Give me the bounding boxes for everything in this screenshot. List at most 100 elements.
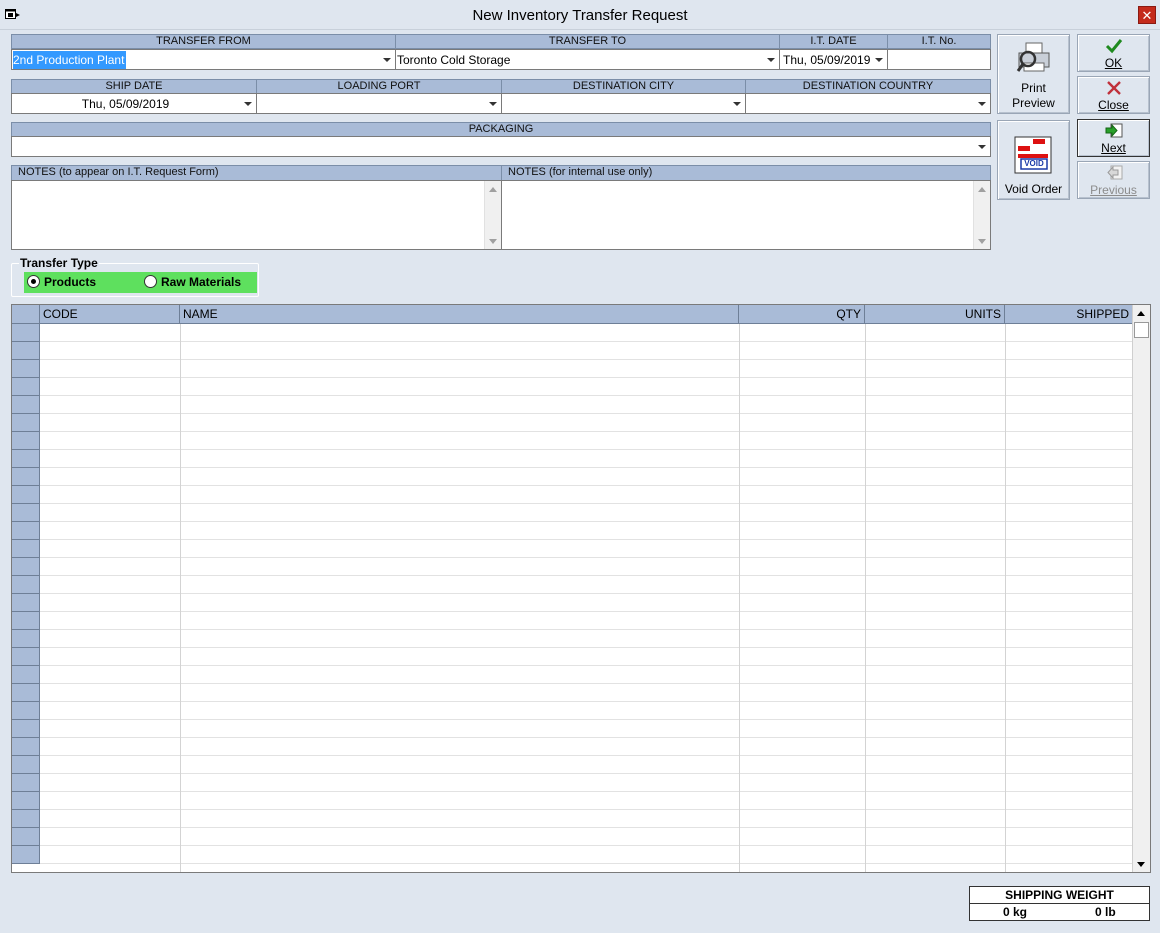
scroll-up-icon[interactable] — [485, 181, 501, 197]
row-indicator[interactable] — [12, 342, 40, 360]
notes-external-scrollbar[interactable] — [484, 181, 501, 249]
scroll-up-icon[interactable] — [1133, 305, 1149, 321]
row-indicator[interactable] — [12, 594, 40, 612]
notes-external-textarea[interactable] — [11, 180, 502, 250]
row-indicator[interactable] — [12, 774, 40, 792]
items-grid[interactable]: CODE NAME QTY UNITS SHIPPED — [11, 304, 1151, 873]
row-indicator[interactable] — [12, 540, 40, 558]
scroll-thumb[interactable] — [1134, 322, 1149, 338]
row-indicator[interactable] — [12, 792, 40, 810]
previous-label: Previous — [1090, 183, 1137, 197]
radio-raw-materials-label[interactable]: Raw Materials — [161, 275, 241, 289]
row-indicator[interactable] — [12, 810, 40, 828]
grid-corner — [12, 305, 40, 323]
row-indicator[interactable] — [12, 576, 40, 594]
close-window-icon[interactable]: ✕ — [1138, 6, 1156, 24]
print-preview-button[interactable]: Print Preview — [997, 34, 1070, 114]
ship-date-label: SHIP DATE — [11, 79, 257, 94]
col-code-header[interactable]: CODE — [40, 305, 180, 323]
ship-date-picker[interactable]: Thu, 05/09/2019 — [11, 93, 257, 114]
notes-external-label: NOTES (to appear on I.T. Request Form) — [11, 165, 502, 181]
row-indicator[interactable] — [12, 468, 40, 486]
radio-raw-materials[interactable] — [144, 275, 157, 288]
row-indicator[interactable] — [12, 738, 40, 756]
col-shipped-header[interactable]: SHIPPED — [1005, 305, 1132, 323]
col-divider — [865, 324, 866, 872]
row-indicator[interactable] — [12, 684, 40, 702]
loading-port-dropdown[interactable] — [256, 93, 502, 114]
it-no-input[interactable] — [887, 49, 991, 70]
row-indicator[interactable] — [12, 666, 40, 684]
row-indicator[interactable] — [12, 630, 40, 648]
it-date-value: Thu, 05/09/2019 — [783, 53, 871, 67]
transfer-to-label: TRANSFER TO — [395, 34, 780, 49]
chevron-down-icon[interactable] — [485, 94, 501, 113]
ship-date-value: Thu, 05/09/2019 — [81, 97, 170, 111]
chevron-down-icon[interactable] — [240, 94, 256, 113]
scroll-down-icon[interactable] — [485, 233, 501, 249]
next-button[interactable]: Next — [1077, 119, 1150, 157]
row-indicator[interactable] — [12, 486, 40, 504]
row-indicator[interactable] — [12, 846, 40, 864]
chevron-down-icon[interactable] — [379, 50, 395, 69]
destination-country-label: DESTINATION COUNTRY — [745, 79, 991, 94]
row-indicator[interactable] — [12, 648, 40, 666]
x-icon — [1107, 81, 1121, 95]
close-button[interactable]: Close — [1077, 76, 1150, 114]
col-name-header[interactable]: NAME — [180, 305, 739, 323]
row-indicator[interactable] — [12, 360, 40, 378]
shipping-weight-title: SHIPPING WEIGHT — [970, 887, 1149, 904]
scroll-down-icon[interactable] — [1133, 856, 1149, 872]
chevron-down-icon[interactable] — [871, 50, 887, 69]
ok-label: OK — [1104, 56, 1123, 70]
checkmark-icon — [1105, 39, 1123, 54]
transfer-to-dropdown[interactable]: Toronto Cold Storage — [395, 49, 780, 70]
row-indicator[interactable] — [12, 432, 40, 450]
row-indicator[interactable] — [12, 828, 40, 846]
row-indicator[interactable] — [12, 504, 40, 522]
row-indicator[interactable] — [12, 324, 40, 342]
scroll-up-icon[interactable] — [974, 181, 990, 197]
row-indicator[interactable] — [12, 558, 40, 576]
radio-products[interactable] — [27, 275, 40, 288]
packaging-dropdown[interactable] — [11, 136, 991, 157]
shipping-weight-kg: 0 kg — [1003, 905, 1028, 919]
radio-products-label[interactable]: Products — [44, 275, 96, 289]
row-indicator[interactable] — [12, 522, 40, 540]
loading-port-label: LOADING PORT — [256, 79, 502, 94]
col-divider — [1005, 324, 1006, 872]
it-no-label: I.T. No. — [887, 34, 991, 49]
shipping-weight-lb: 0 lb — [1095, 905, 1116, 919]
chevron-down-icon[interactable] — [974, 137, 990, 156]
previous-button[interactable]: Previous — [1077, 161, 1150, 199]
row-indicator[interactable] — [12, 414, 40, 432]
next-label: Next — [1101, 141, 1126, 155]
col-qty-header[interactable]: QTY — [739, 305, 865, 323]
row-indicator[interactable] — [12, 450, 40, 468]
col-divider — [739, 324, 740, 872]
transfer-from-dropdown[interactable]: 2nd Production Plant — [11, 49, 396, 70]
destination-country-dropdown[interactable] — [745, 93, 991, 114]
chevron-down-icon[interactable] — [763, 50, 779, 69]
notes-internal-scrollbar[interactable] — [973, 181, 990, 249]
ok-button[interactable]: OK — [1077, 34, 1150, 72]
chevron-down-icon[interactable] — [729, 94, 745, 113]
void-order-label: Void Order — [1004, 182, 1063, 196]
destination-city-dropdown[interactable] — [501, 93, 746, 114]
notes-internal-textarea[interactable] — [501, 180, 991, 250]
col-units-header[interactable]: UNITS — [865, 305, 1005, 323]
row-indicator[interactable] — [12, 612, 40, 630]
it-date-picker[interactable]: Thu, 05/09/2019 — [779, 49, 888, 70]
scroll-down-icon[interactable] — [974, 233, 990, 249]
transfer-to-value: Toronto Cold Storage — [397, 53, 511, 67]
grid-scrollbar[interactable] — [1132, 305, 1150, 872]
void-order-button[interactable]: VOID Void Order — [997, 120, 1070, 200]
row-indicator[interactable] — [12, 702, 40, 720]
row-indicator[interactable] — [12, 720, 40, 738]
row-indicator[interactable] — [12, 396, 40, 414]
row-indicator[interactable] — [12, 378, 40, 396]
col-divider — [180, 324, 181, 872]
destination-city-label: DESTINATION CITY — [501, 79, 746, 94]
chevron-down-icon[interactable] — [974, 94, 990, 113]
row-indicator[interactable] — [12, 756, 40, 774]
